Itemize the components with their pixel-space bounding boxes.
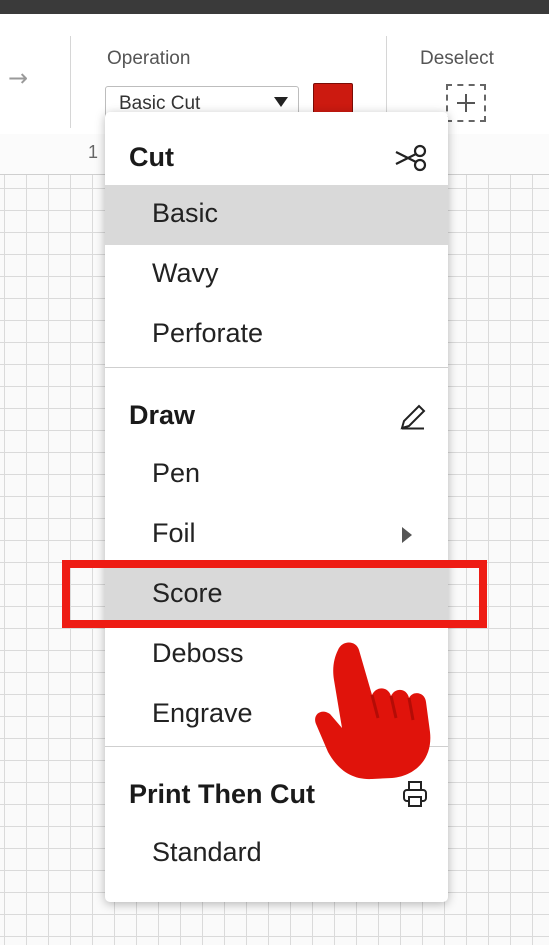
menu-item-label: Deboss [152, 638, 244, 668]
menu-item-foil[interactable]: Foil [105, 505, 448, 565]
pen-icon [400, 404, 426, 430]
menu-item-label: Engrave [152, 698, 253, 728]
toolbar-divider [70, 36, 71, 128]
operation-dropdown-menu: Cut Basic Wavy Perforate Draw Pen Foil S… [105, 112, 448, 902]
menu-item-perforate[interactable]: Perforate [105, 305, 448, 365]
window-top-bar [0, 0, 549, 14]
menu-item-label: Wavy [152, 258, 219, 288]
arrow-right-icon[interactable]: → [8, 64, 28, 92]
menu-divider [105, 367, 448, 368]
menu-item-label: Foil [152, 518, 196, 548]
scissors-icon [395, 144, 427, 172]
menu-item-standard[interactable]: Standard [105, 824, 448, 884]
menu-item-wavy[interactable]: Wavy [105, 245, 448, 305]
caret-down-icon [274, 97, 288, 107]
deselect-icon[interactable] [446, 84, 486, 122]
printer-icon [403, 781, 427, 807]
ruler-mark: 1 [88, 142, 99, 162]
hand-pointer-icon [315, 642, 431, 780]
menu-item-label: Pen [152, 458, 201, 488]
menu-item-label: Standard [152, 837, 262, 867]
operation-label: Operation [107, 48, 191, 69]
deselect-label: Deselect [420, 48, 494, 69]
section-title-print-then-cut: Print Then Cut [129, 779, 315, 809]
menu-item-label: Perforate [152, 318, 264, 348]
menu-item-pen[interactable]: Pen [105, 445, 448, 505]
submenu-arrow-icon [402, 527, 412, 543]
menu-item-label: Basic [152, 198, 219, 228]
section-title-draw: Draw [129, 400, 196, 430]
section-title-cut: Cut [129, 142, 174, 172]
menu-item-basic[interactable]: Basic [105, 185, 448, 245]
score-highlight-box [62, 560, 487, 628]
